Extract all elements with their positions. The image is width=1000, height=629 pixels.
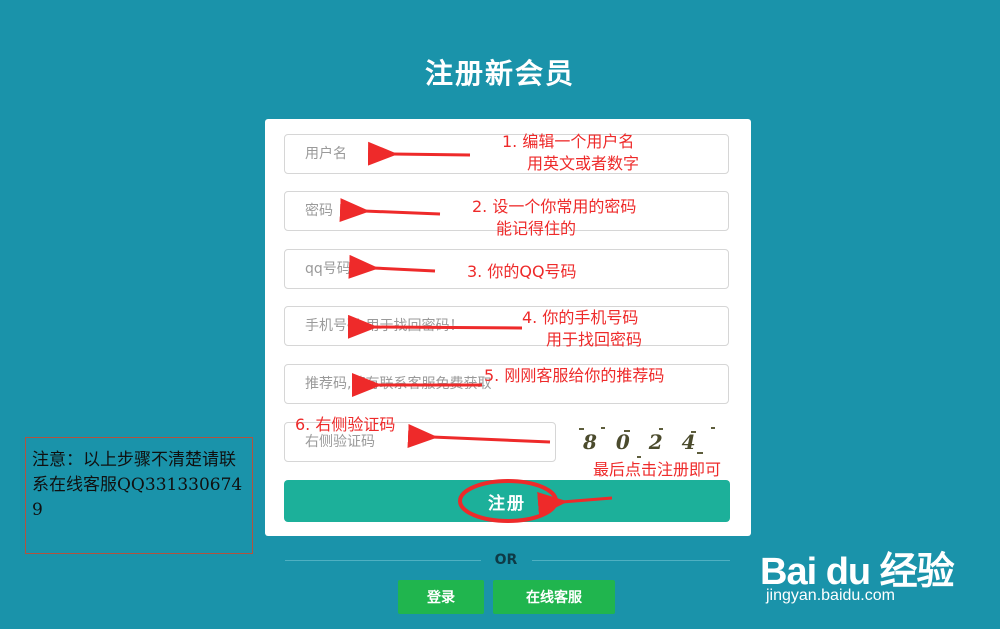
watermark-url: jingyan.baidu.com xyxy=(766,587,895,604)
notice-box: 注意：以上步骤不清楚请联系在线客服QQ3313306749 xyxy=(25,437,253,554)
annotation-3: 3. 你的QQ号码 xyxy=(467,262,577,281)
annotation-2-line1: 2. 设一个你常用的密码 xyxy=(472,197,637,216)
baidu-jingyan-watermark: Bai du 经验 jingyan.baidu.com xyxy=(760,540,955,604)
annotation-4-line1: 4. 你的手机号码 xyxy=(522,308,639,327)
annotation-5: 5. 刚刚客服给你的推荐码 xyxy=(484,366,665,385)
annotation-4-line2: 用于找回密码 xyxy=(546,330,643,349)
notice-text: 注意：以上步骤不清楚请联系在线客服QQ3313306749 xyxy=(32,450,243,520)
annotation-final: 最后点击注册即可 xyxy=(593,460,722,479)
annotation-6: 6. 右侧验证码 xyxy=(295,415,396,434)
annotation-2-line2: 能记得住的 xyxy=(496,219,577,238)
annotation-1-line1: 1. 编辑一个用户名 xyxy=(502,132,635,151)
annotation-1-line2: 用英文或者数字 xyxy=(527,154,640,173)
